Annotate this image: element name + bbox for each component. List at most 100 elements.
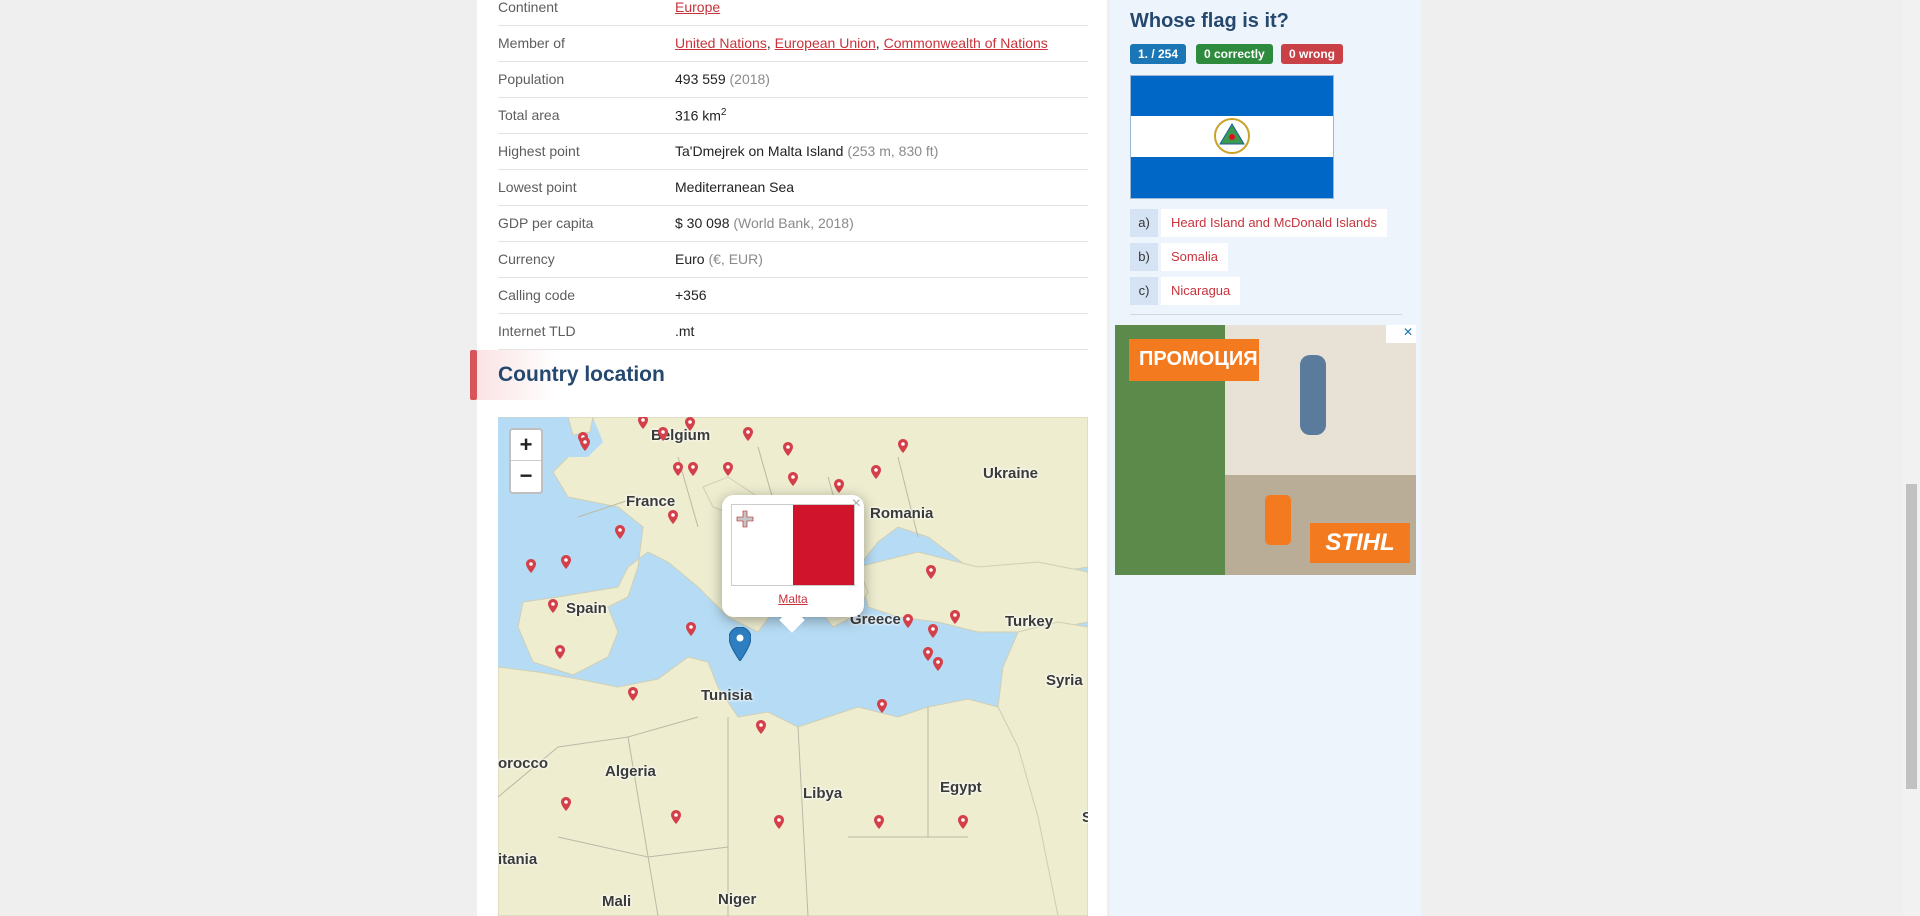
fact-label: Currency <box>498 251 555 267</box>
location-marker-icon[interactable] <box>548 599 558 613</box>
fact-row-tld: Internet TLD .mt <box>498 314 1088 350</box>
nicaragua-flag <box>1131 76 1333 198</box>
fact-label: Calling code <box>498 287 576 303</box>
popup-country-link[interactable]: Malta <box>722 592 864 606</box>
map-label: Egypt <box>940 779 982 796</box>
location-marker-icon[interactable] <box>874 815 884 829</box>
location-marker-icon[interactable] <box>756 720 766 734</box>
location-marker-icon[interactable] <box>671 810 681 824</box>
fact-label: GDP per capita <box>498 215 594 231</box>
scrollbar-thumb[interactable] <box>1906 484 1917 789</box>
map-label: orocco <box>498 755 549 772</box>
fact-row-lowest-point: Lowest point Mediterranean Sea <box>498 170 1088 206</box>
location-marker-icon[interactable] <box>788 472 798 486</box>
location-marker-icon[interactable] <box>673 462 683 476</box>
answer-text[interactable]: Heard Island and McDonald Islands <box>1161 209 1387 237</box>
fact-label: Highest point <box>498 143 580 159</box>
fact-value: United Nations, European Union, Commonwe… <box>675 35 1048 51</box>
area-value: 316 km <box>675 107 721 124</box>
location-marker-icon[interactable] <box>686 622 696 636</box>
page-scrollbar[interactable] <box>1903 0 1920 916</box>
fact-value: Europe <box>675 0 720 15</box>
currency-code: (€, EUR) <box>708 251 763 267</box>
location-marker-icon[interactable] <box>628 687 638 701</box>
area-unit-exponent: 2 <box>720 107 727 118</box>
fact-row-highest-point: Highest point Ta'Dmejrek on Malta Island… <box>498 134 1088 170</box>
fact-label: Lowest point <box>498 179 577 195</box>
fact-label: Total area <box>498 107 560 123</box>
location-marker-icon[interactable] <box>928 624 938 638</box>
fact-label: Population <box>498 71 565 87</box>
location-marker-icon[interactable] <box>615 525 625 539</box>
lowest-point-value: Mediterranean Sea <box>675 179 795 195</box>
country-location-heading: Country location <box>470 350 770 400</box>
zoom-in-button[interactable]: + <box>511 430 541 461</box>
location-marker-icon[interactable] <box>834 479 844 493</box>
commonwealth-link[interactable]: Commonwealth of Nations <box>884 35 1048 51</box>
location-marker-icon[interactable] <box>783 442 793 456</box>
question-counter-badge: 1. / 254 <box>1130 44 1187 64</box>
location-marker-icon[interactable] <box>658 427 668 441</box>
highest-point-value: Ta'Dmejrek on Malta Island <box>675 143 848 159</box>
country-map[interactable]: + − Belgium France Ukraine Romania Spain… <box>498 417 1088 916</box>
location-marker-icon[interactable] <box>898 439 908 453</box>
answer-text[interactable]: Nicaragua <box>1161 277 1241 305</box>
fact-row-currency: Currency Euro (€, EUR) <box>498 242 1088 278</box>
location-marker-icon[interactable] <box>668 510 678 524</box>
location-marker-icon[interactable] <box>526 559 536 573</box>
population-value: 493 559 <box>675 71 730 87</box>
map-label: S <box>1082 809 1088 826</box>
location-marker-icon[interactable] <box>923 647 933 661</box>
location-marker-icon[interactable] <box>638 417 648 429</box>
location-marker-icon[interactable] <box>685 417 695 431</box>
fact-label: Continent <box>498 0 558 15</box>
location-marker-icon[interactable] <box>774 815 784 829</box>
location-marker-icon[interactable] <box>561 797 571 811</box>
location-marker-icon[interactable] <box>871 465 881 479</box>
location-marker-icon[interactable] <box>950 610 960 624</box>
continent-link[interactable]: Europe <box>675 0 720 15</box>
map-label: Algeria <box>605 763 656 780</box>
map-label: itania <box>498 851 538 868</box>
eu-link[interactable]: European Union <box>775 35 876 51</box>
map-label: Niger <box>718 891 757 908</box>
answer-text[interactable]: Somalia <box>1161 243 1228 271</box>
fact-label: Member of <box>498 35 565 51</box>
location-marker-icon[interactable] <box>926 565 936 579</box>
ad-promo-label: ПРОМОЦИЯ <box>1129 339 1259 381</box>
zoom-out-button[interactable]: − <box>511 461 541 491</box>
map-land-layer <box>498 417 1088 916</box>
sidebar-divider <box>1130 314 1402 315</box>
answer-letter: a) <box>1130 209 1158 237</box>
location-marker-icon[interactable] <box>933 657 943 671</box>
correct-count-badge: 0 correctly <box>1196 44 1273 64</box>
un-link[interactable]: United Nations <box>675 35 767 51</box>
location-marker-icon[interactable] <box>723 462 733 476</box>
heading-accent-bar <box>470 350 477 400</box>
wrong-count-badge: 0 wrong <box>1281 44 1344 64</box>
location-marker-icon[interactable] <box>688 462 698 476</box>
fact-row-area: Total area 316 km2 <box>498 98 1088 134</box>
ad-close-button[interactable]: ✕ <box>1386 325 1416 343</box>
map-label: Turkey <box>1005 613 1054 630</box>
fact-row-member-of: Member of United Nations, European Union… <box>498 26 1088 62</box>
fact-row-gdp: GDP per capita $ 30 098 (World Bank, 201… <box>498 206 1088 242</box>
selected-location-marker[interactable] <box>729 627 751 661</box>
quiz-flag-image <box>1130 75 1334 199</box>
location-marker-icon[interactable] <box>580 437 590 451</box>
answer-letter: c) <box>1130 277 1158 305</box>
ad-person <box>1300 355 1326 435</box>
location-marker-icon[interactable] <box>877 699 887 713</box>
location-marker-icon[interactable] <box>561 555 571 569</box>
currency-value: Euro <box>675 251 709 267</box>
location-marker-icon[interactable] <box>555 645 565 659</box>
map-label: Tunisia <box>701 687 753 704</box>
location-marker-icon[interactable] <box>958 815 968 829</box>
advertisement-banner[interactable]: ПРОМОЦИЯ STIHL ✕ <box>1115 325 1416 575</box>
map-label: Libya <box>803 785 843 802</box>
location-marker-icon[interactable] <box>743 427 753 441</box>
location-marker-icon[interactable] <box>903 614 913 628</box>
fact-value: 316 km2 <box>675 107 726 124</box>
ad-brand-logo: STIHL <box>1310 523 1410 563</box>
gdp-value: $ 30 098 <box>675 215 734 231</box>
